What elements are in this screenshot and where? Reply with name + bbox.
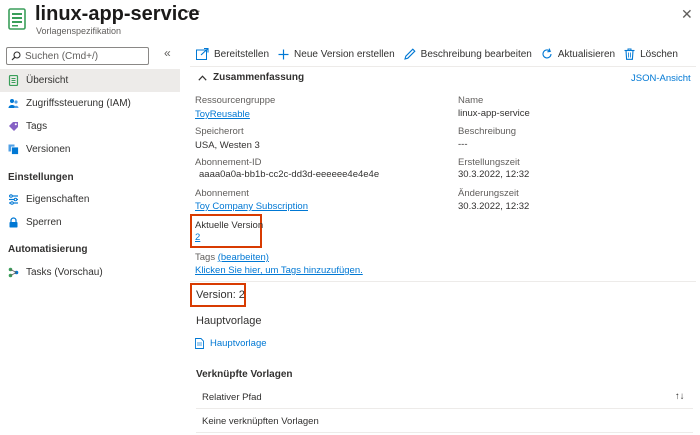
versions-icon — [8, 144, 19, 155]
tags-label-text: Tags — [195, 252, 216, 263]
properties-icon — [9, 194, 18, 205]
sidebar-item-tags[interactable]: Tags — [0, 115, 180, 138]
deploy-button[interactable]: Bereitstellen — [196, 48, 269, 60]
overview-icon — [8, 75, 19, 86]
subscription-id-label: Abonnement-ID — [195, 157, 262, 168]
resource-group-link[interactable]: ToyReusable — [195, 109, 250, 120]
essentials-divider — [190, 281, 696, 282]
essentials-title: Zusammenfassung — [213, 72, 305, 83]
page-header: linux-app-service Vorlagenspezifikation … — [0, 0, 700, 40]
json-view-link[interactable]: JSON-Ansicht — [631, 73, 691, 84]
template-spec-icon — [8, 8, 26, 30]
trash-icon — [624, 48, 635, 60]
sidebar-item-locks[interactable]: Sperren — [0, 211, 180, 234]
current-version-label: Aktuelle Version — [195, 220, 264, 231]
file-icon — [195, 338, 204, 349]
location-value: USA, Westen 3 — [195, 140, 260, 151]
main-template-title: Hauptvorlage — [196, 315, 262, 327]
sidebar-item-label: Eigenschaften — [26, 194, 90, 205]
column-relative-path[interactable]: Relativer Pfad — [202, 392, 262, 403]
close-button[interactable]: ✕ — [681, 6, 693, 23]
people-icon — [8, 99, 19, 108]
subscription-label: Abonnement — [195, 188, 249, 199]
created-label: Erstellungszeit — [458, 157, 520, 168]
section-settings: Einstellungen — [8, 172, 74, 183]
tags-edit-link[interactable]: (bearbeiten) — [218, 252, 269, 263]
delete-button[interactable]: Löschen — [624, 48, 678, 60]
location-label: Speicherort — [195, 126, 244, 137]
table-row: Keine verknüpften Vorlagen — [196, 409, 693, 433]
subscription-link[interactable]: Toy Company Subscription — [195, 201, 308, 212]
tasks-icon — [8, 267, 19, 278]
sidebar-item-label: Tasks (Vorschau) — [26, 267, 103, 278]
created-value: 30.3.2022, 12:32 — [458, 169, 530, 180]
section-automation: Automatisierung — [8, 244, 88, 255]
refresh-button[interactable]: Aktualisieren — [541, 48, 615, 60]
chevron-up-icon — [198, 74, 207, 81]
sidebar: « Übersicht Zugriffssteuerung (IAM) Tags — [0, 40, 182, 435]
subscription-id-value: aaaa0a0a-bb1b-cc2c-dd3d-eeeeee4e4e4e — [199, 169, 380, 180]
sidebar-item-label: Versionen — [26, 144, 71, 155]
tag-icon — [9, 122, 18, 131]
sidebar-item-label: Übersicht — [26, 75, 69, 86]
sidebar-item-label: Sperren — [26, 217, 62, 228]
name-label: Name — [458, 95, 484, 106]
sidebar-item-label: Tags — [26, 121, 48, 132]
search-input[interactable] — [25, 50, 143, 62]
search-icon — [11, 51, 21, 61]
description-value: --- — [458, 139, 468, 150]
collapse-sidebar-button[interactable]: « — [164, 46, 171, 60]
delete-label: Löschen — [640, 48, 678, 60]
plus-icon — [278, 49, 289, 59]
lock-icon — [9, 217, 18, 228]
name-value: linux-app-service — [458, 108, 530, 119]
modified-value: 30.3.2022, 12:32 — [458, 201, 530, 212]
pencil-icon — [403, 48, 416, 60]
refresh-icon — [542, 48, 552, 59]
essentials-toggle[interactable]: Zusammenfassung — [198, 72, 304, 83]
linked-templates-title: Verknüpfte Vorlagen — [196, 369, 293, 380]
sidebar-item-tasks[interactable]: Tasks (Vorschau) — [0, 261, 180, 284]
sort-icon[interactable]: ↑↓ — [675, 391, 685, 402]
page-subtitle: Vorlagenspezifikation — [36, 26, 122, 36]
command-bar: Bereitstellen Neue Version erstellen Bes… — [196, 44, 687, 64]
add-tags-link[interactable]: Klicken Sie hier, um Tags hinzuzufügen. — [195, 265, 363, 276]
sidebar-item-overview[interactable]: Übersicht — [0, 69, 180, 92]
sidebar-item-iam[interactable]: Zugriffssteuerung (IAM) — [0, 92, 180, 115]
edit-description-label: Beschreibung bearbeiten — [420, 48, 532, 60]
toolbar-divider — [190, 66, 696, 67]
more-options-button[interactable]: ··· — [186, 3, 202, 18]
sidebar-item-versions[interactable]: Versionen — [0, 138, 180, 161]
empty-row-text: Keine verknüpften Vorlagen — [202, 416, 319, 427]
modified-label: Änderungszeit — [458, 188, 519, 199]
description-label: Beschreibung — [458, 126, 517, 137]
page-title: linux-app-service — [35, 3, 200, 25]
refresh-label: Aktualisieren — [557, 48, 616, 60]
new-version-label: Neue Version erstellen — [294, 48, 395, 60]
sidebar-item-label: Zugriffssteuerung (IAM) — [26, 98, 131, 109]
deploy-label: Bereitstellen — [214, 48, 270, 60]
version-title: Version: 2 — [196, 289, 245, 301]
main-template-link-row[interactable]: Hauptvorlage — [195, 338, 267, 349]
new-version-button[interactable]: Neue Version erstellen — [278, 49, 395, 60]
sidebar-item-properties[interactable]: Eigenschaften — [0, 188, 180, 211]
resource-group-label: Ressourcengruppe — [195, 95, 276, 106]
current-version-link[interactable]: 2 — [195, 232, 200, 243]
edit-description-button[interactable]: Beschreibung bearbeiten — [403, 48, 532, 60]
deploy-icon — [196, 48, 209, 60]
linked-templates-header: Relativer Pfad ↑↓ — [196, 387, 693, 409]
main-template-link[interactable]: Hauptvorlage — [210, 338, 267, 349]
tags-label: Tags (bearbeiten) — [195, 252, 269, 263]
search-box[interactable] — [6, 47, 149, 65]
